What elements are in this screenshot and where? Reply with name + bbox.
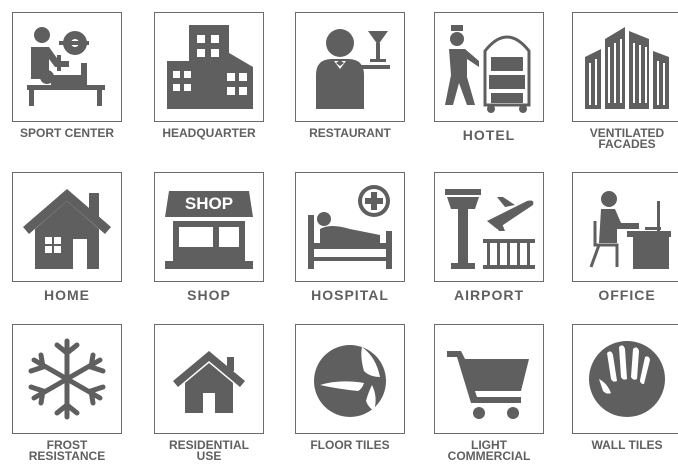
waiter-icon xyxy=(316,29,390,109)
shop-sign-text: SHOP xyxy=(185,194,233,213)
icon-label: HOTEL xyxy=(462,127,516,143)
icon-card-sport-center: SPORT CENTER xyxy=(12,12,132,139)
icon-tile xyxy=(572,172,678,282)
icon-label: FROST RESISTANCE xyxy=(28,438,106,463)
bellhop-luggage-cart-icon xyxy=(445,25,531,113)
icon-card-headquarter: HEADQUARTER xyxy=(154,12,274,139)
icon-card-airport: AIRPORT xyxy=(434,172,554,302)
icon-label: WALL TILES xyxy=(591,438,663,452)
icon-tile xyxy=(295,12,405,122)
icon-card-light-commercial: LIGHT COMMERCIAL xyxy=(434,324,554,462)
icon-tile xyxy=(154,12,264,122)
icon-label: SPORT CENTER xyxy=(19,126,114,140)
icon-tile xyxy=(434,324,544,434)
icon-label: LIGHT COMMERCIAL xyxy=(447,438,531,463)
icon-tile xyxy=(572,324,678,434)
icon-card-frost-resistance: FROST RESISTANCE xyxy=(12,324,132,462)
shopping-cart-icon xyxy=(447,351,529,419)
icon-tile xyxy=(154,324,264,434)
icon-tile: SHOP xyxy=(154,172,264,282)
icon-label: HEADQUARTER xyxy=(162,126,256,140)
icon-label: SHOP xyxy=(187,287,231,303)
weightlifting-icon xyxy=(27,27,105,106)
hand-icon xyxy=(589,341,665,417)
icon-tile xyxy=(12,324,122,434)
icon-card-hospital: HOSPITAL xyxy=(295,172,415,302)
icon-label: FLOOR TILES xyxy=(310,438,390,452)
house-icon xyxy=(23,189,111,269)
icon-label: HOME xyxy=(44,287,90,303)
icon-card-restaurant: RESTAURANT xyxy=(295,12,415,139)
icon-tile xyxy=(295,172,405,282)
icon-grid: SPORT CENTER HEADQUARTER RESTAURANT HOTE… xyxy=(0,0,678,470)
icon-label: RESTAURANT xyxy=(309,126,391,140)
icon-label: HOSPITAL xyxy=(311,287,389,303)
icon-label: OFFICE xyxy=(598,287,656,303)
icon-card-office: OFFICE xyxy=(572,172,678,302)
office-desk-icon xyxy=(589,191,671,269)
snowflake-icon xyxy=(28,338,106,420)
icon-tile xyxy=(12,12,122,122)
icon-tile xyxy=(12,172,122,282)
icon-tile xyxy=(434,12,544,122)
icon-card-home: HOME xyxy=(12,172,132,302)
small-house-icon xyxy=(173,351,245,413)
icon-label: AIRPORT xyxy=(454,287,524,303)
floor-tiles-icon xyxy=(314,345,386,417)
buildings-icon xyxy=(167,25,253,109)
icon-tile xyxy=(572,12,678,122)
icon-card-residential-use: RESIDENTIAL USE xyxy=(154,324,274,462)
skyscrapers-icon xyxy=(585,27,669,109)
airport-tower-icon xyxy=(445,189,535,269)
icon-card-floor-tiles: FLOOR TILES xyxy=(295,324,415,451)
icon-card-shop: SHOP SHOP xyxy=(154,172,274,302)
icon-tile xyxy=(434,172,544,282)
icon-card-hotel: HOTEL xyxy=(434,12,554,142)
icon-tile xyxy=(295,324,405,434)
shop-icon: SHOP xyxy=(165,191,253,269)
icon-label: RESIDENTIAL USE xyxy=(168,438,249,463)
hospital-bed-icon xyxy=(308,185,392,269)
icon-card-wall-tiles: WALL TILES xyxy=(572,324,678,451)
icon-card-ventilated-facades: VENTILATED FACADES xyxy=(572,12,678,150)
icon-label: VENTILATED FACADES xyxy=(589,126,665,151)
